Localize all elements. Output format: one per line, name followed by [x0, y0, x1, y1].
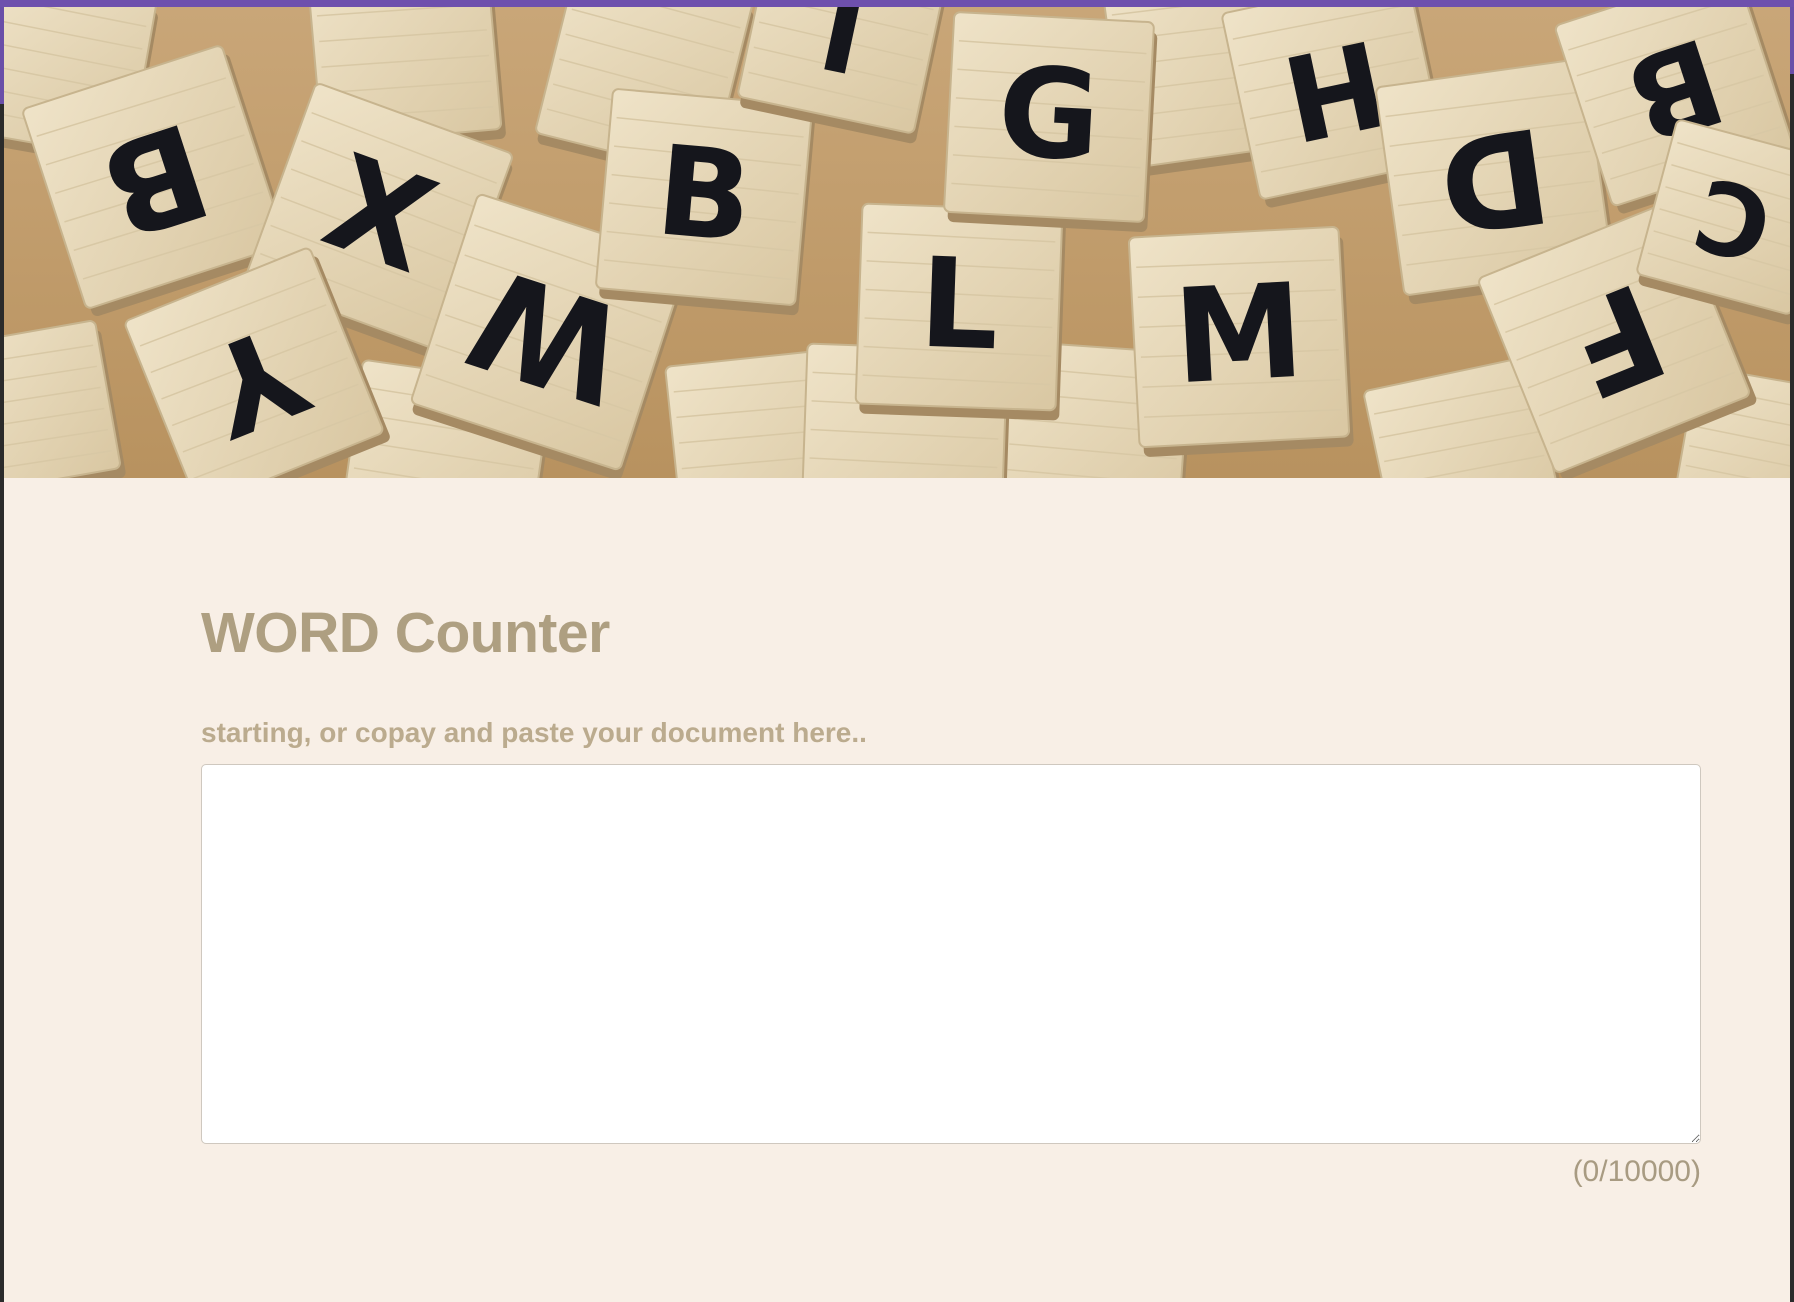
- letter-tile: G: [943, 11, 1158, 232]
- letter-tiles-photo-icon: B XY WBL MG HDBFCJ: [4, 7, 1790, 478]
- tile-letter: G: [995, 40, 1104, 189]
- tile-letter: L: [917, 232, 1001, 379]
- word-count-indicator: (0/10000): [1572, 1155, 1701, 1188]
- window-top-accent-bar: [0, 0, 1794, 7]
- hero-banner: BXYWBLMGHDBFCJ: [4, 7, 1790, 478]
- page: BXYWBLMGHDBFCJ WORD Counter starting, or…: [0, 0, 1794, 1302]
- window-right-edge: [1790, 0, 1794, 1302]
- window-right-edge-accent: [1790, 0, 1794, 74]
- tile-letter: M: [1170, 255, 1307, 414]
- page-title: WORD Counter: [201, 601, 610, 665]
- document-textarea[interactable]: [201, 764, 1701, 1144]
- tile-letter: B: [651, 119, 758, 271]
- letter-tile: B: [595, 88, 815, 316]
- main-content: WORD Counter starting, or copay and past…: [201, 478, 1701, 1190]
- letter-tile: M: [1127, 225, 1354, 457]
- letter-tile: L: [854, 202, 1066, 421]
- tile-letter: D: [1430, 97, 1558, 263]
- textarea-prompt-label: starting, or copay and paste your docume…: [201, 717, 867, 748]
